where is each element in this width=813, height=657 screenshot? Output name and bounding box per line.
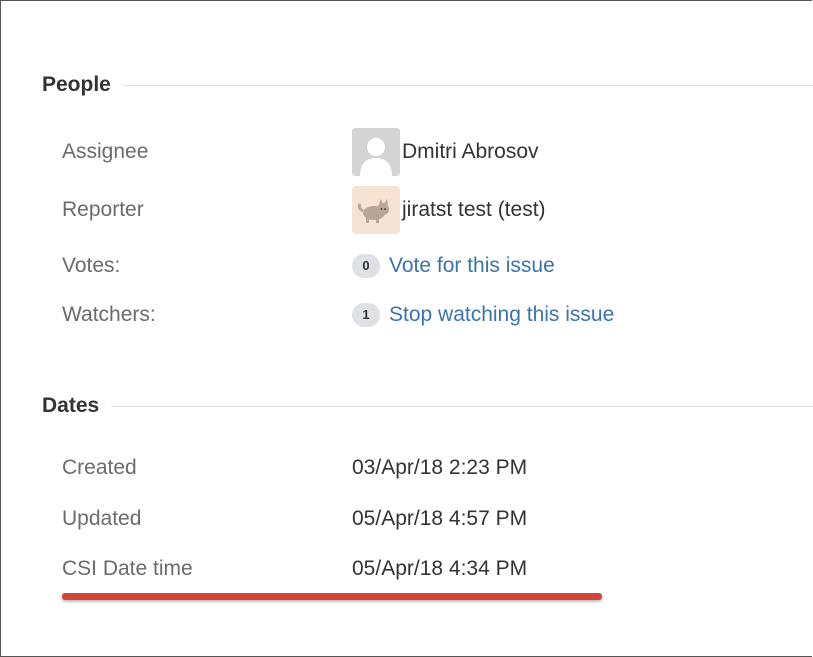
cat-avatar-icon[interactable] [352,186,400,234]
votes-label: Votes: [62,254,121,277]
watchers-count-badge: 1 [352,303,380,327]
stop-watching-issue-link[interactable]: Stop watching this issue [389,303,614,327]
votes-row: Votes: 0 Vote for this issue [62,250,802,282]
votes-value: 0 Vote for this issue [352,254,555,278]
highlight-underline [62,593,602,600]
created-value: 03/Apr/18 2:23 PM [352,456,528,479]
updated-label: Updated [62,507,142,530]
votes-count-badge: 0 [352,254,380,278]
people-heading-divider [122,84,813,86]
watchers-row: Watchers: 1 Stop watching this issue [62,299,802,331]
default-user-avatar-icon[interactable] [352,128,400,176]
updated-value: 05/Apr/18 4:57 PM [352,507,528,530]
dates-heading-text: Dates [42,394,100,417]
watchers-value: 1 Stop watching this issue [352,303,614,327]
assignee-name[interactable]: Dmitri Abrosov [402,140,539,164]
reporter-label: Reporter [62,198,144,221]
created-label: Created [62,456,137,479]
csi-date-time-row: CSI Date time 05/Apr/18 4:34 PM [62,553,802,585]
assignee-value[interactable]: Dmitri Abrosov [352,128,539,176]
assignee-row: Assignee Dmitri Abrosov [62,128,802,176]
reporter-name[interactable]: jiratst test (test) [402,198,546,222]
vote-for-issue-link[interactable]: Vote for this issue [389,254,555,278]
reporter-value[interactable]: jiratst test (test) [352,186,546,234]
people-section-heading: People [42,73,813,97]
people-heading-text: People [42,73,111,96]
csi-date-time-value: 05/Apr/18 4:34 PM [352,557,528,580]
dates-section-heading: Dates [42,394,813,418]
updated-row: Updated 05/Apr/18 4:57 PM [62,503,802,535]
watchers-label: Watchers: [62,303,156,326]
assignee-label: Assignee [62,140,149,163]
dates-heading-divider [111,405,813,407]
csi-date-time-label: CSI Date time [62,557,193,580]
created-row: Created 03/Apr/18 2:23 PM [62,452,802,484]
issue-details-panel: People Assignee Dmitri Abrosov Reporter [0,0,813,657]
reporter-row: Reporter jiratst test (test) [62,186,802,234]
